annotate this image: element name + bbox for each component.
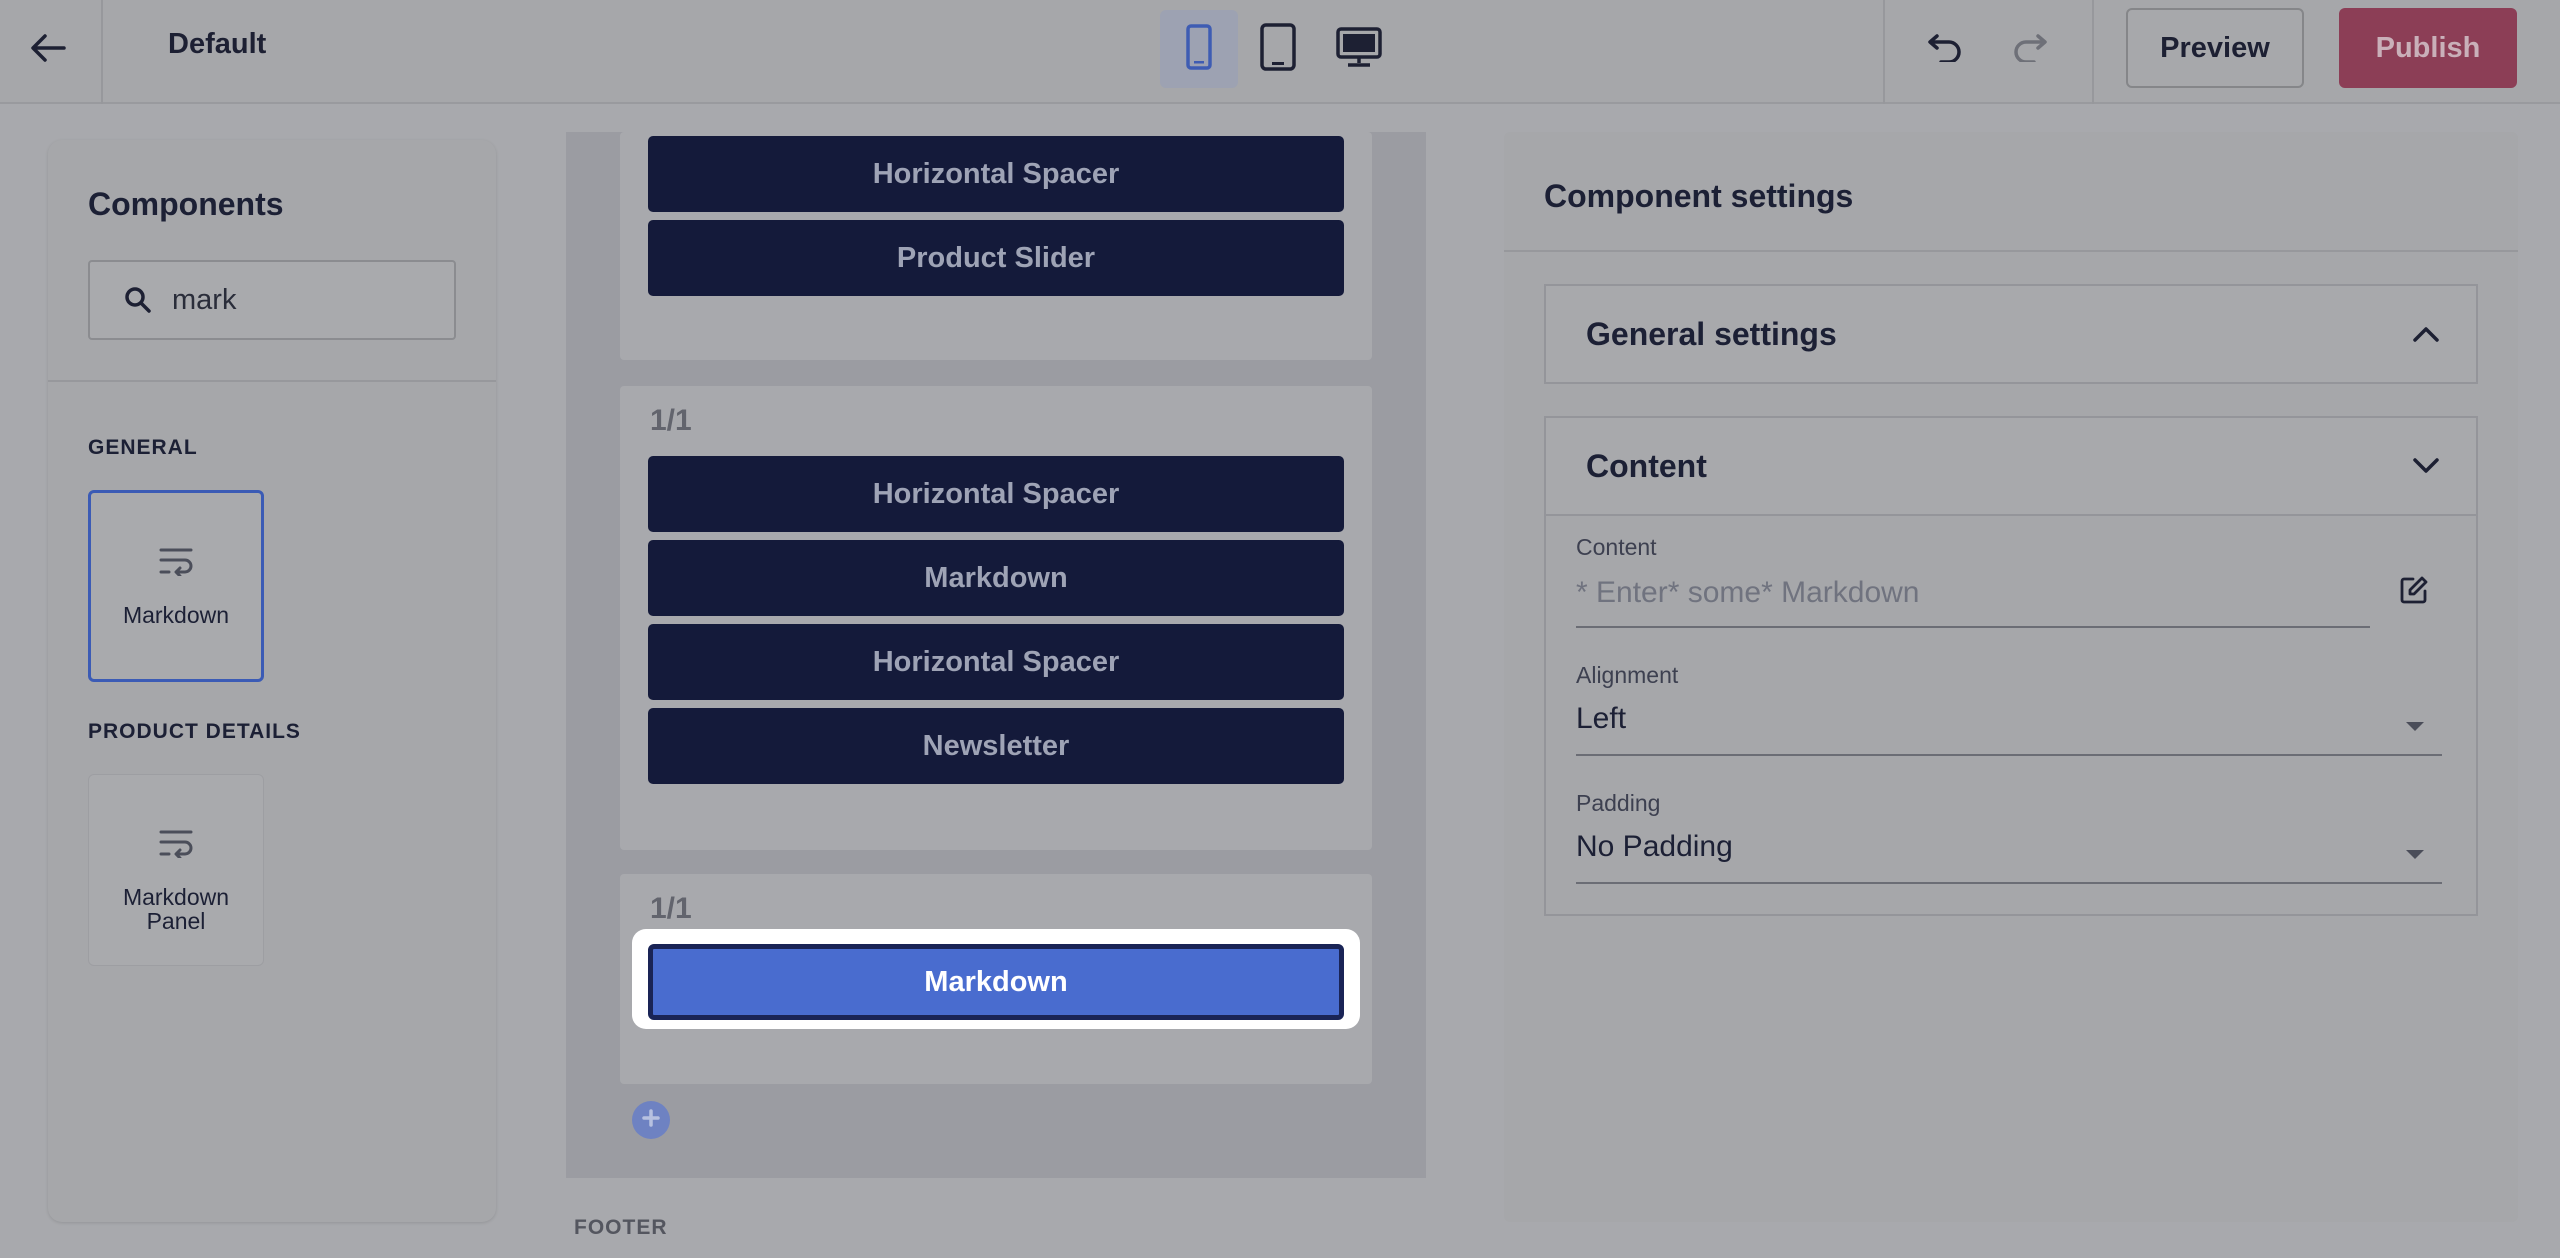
block-newsletter[interactable]: Newsletter [648,708,1344,784]
block-markdown[interactable]: Markdown [648,540,1344,616]
block-markdown-selected[interactable]: Markdown [648,944,1344,1020]
accordion-title: General settings [1586,315,1837,352]
chevron-down-icon [2396,457,2456,475]
tablet-icon [1260,22,1296,76]
content-field-underline [1576,626,2370,628]
wrap-text-icon [158,541,194,581]
edit-content-button[interactable] [2394,572,2434,612]
component-card-label: Markdown [122,602,230,628]
device-mobile-button[interactable] [1160,10,1238,88]
redo-button[interactable] [2002,22,2062,78]
component-settings-panel: Component settings General settings Cont… [1504,132,2518,1222]
component-card-markdown-panel[interactable]: Markdown Panel [88,774,264,966]
accordion-title: Content [1586,447,1707,484]
undo-button[interactable] [1913,22,1973,78]
alignment-value: Left [1576,702,1627,735]
content-field-input[interactable]: * Enter* some* Markdown [1576,576,1919,610]
edit-icon [2399,575,2429,610]
divider [2092,0,2094,104]
component-card-markdown[interactable]: Markdown [88,490,264,682]
preview-button[interactable]: Preview [2126,8,2304,88]
accordion-content[interactable]: Content [1544,416,2478,516]
search-input[interactable] [172,283,432,317]
redo-icon [2012,33,2052,67]
block-horizontal-spacer[interactable]: Horizontal Spacer [648,456,1344,532]
dropdown-arrow-icon [2406,850,2424,859]
alignment-field-label: Alignment [1576,662,1679,688]
top-bar: Default Preview Publish [0,0,2560,104]
alignment-underline [1576,754,2442,756]
wrap-text-icon [158,823,194,863]
padding-field-label: Padding [1576,790,1661,816]
add-row-button[interactable] [632,1101,670,1139]
device-desktop-button[interactable] [1320,10,1398,88]
arrow-left-icon [30,33,66,68]
padding-value: No Padding [1576,830,1733,863]
accordion-general-settings[interactable]: General settings [1544,284,2478,384]
page-name: Default [168,28,267,60]
device-tablet-button[interactable] [1239,10,1317,88]
back-button[interactable] [20,22,76,78]
alignment-select[interactable]: Left [1576,694,2442,754]
components-panel: Components GENERAL Markdown PRODUCT DETA… [48,140,496,1222]
undo-icon [1923,33,1963,67]
block-product-slider[interactable]: Product Slider [648,220,1344,296]
mobile-icon [1186,23,1212,75]
content-field-label: Content [1576,534,1657,560]
dropdown-arrow-icon [2406,722,2424,731]
section-label-general: GENERAL [88,436,198,459]
divider [48,380,496,382]
search-icon [124,286,164,314]
block-horizontal-spacer[interactable]: Horizontal Spacer [648,136,1344,212]
desktop-icon [1336,26,1382,72]
padding-select[interactable]: No Padding [1576,822,2442,882]
components-title: Components [88,186,284,222]
block-horizontal-spacer[interactable]: Horizontal Spacer [648,624,1344,700]
divider [1504,250,2518,252]
row-column-label: 1/1 [650,404,692,437]
section-label-product-details: PRODUCT DETAILS [88,720,301,743]
footer-label: FOOTER [574,1216,668,1239]
settings-title: Component settings [1544,178,1854,214]
divider [1883,0,1885,104]
chevron-up-icon [2396,325,2456,343]
row-column-label: 1/1 [650,892,692,925]
padding-underline [1576,882,2442,884]
divider [101,0,103,104]
plus-icon [641,1108,661,1133]
publish-button[interactable]: Publish [2339,8,2517,88]
component-card-label: Markdown Panel [122,884,230,934]
component-search[interactable] [88,260,456,340]
